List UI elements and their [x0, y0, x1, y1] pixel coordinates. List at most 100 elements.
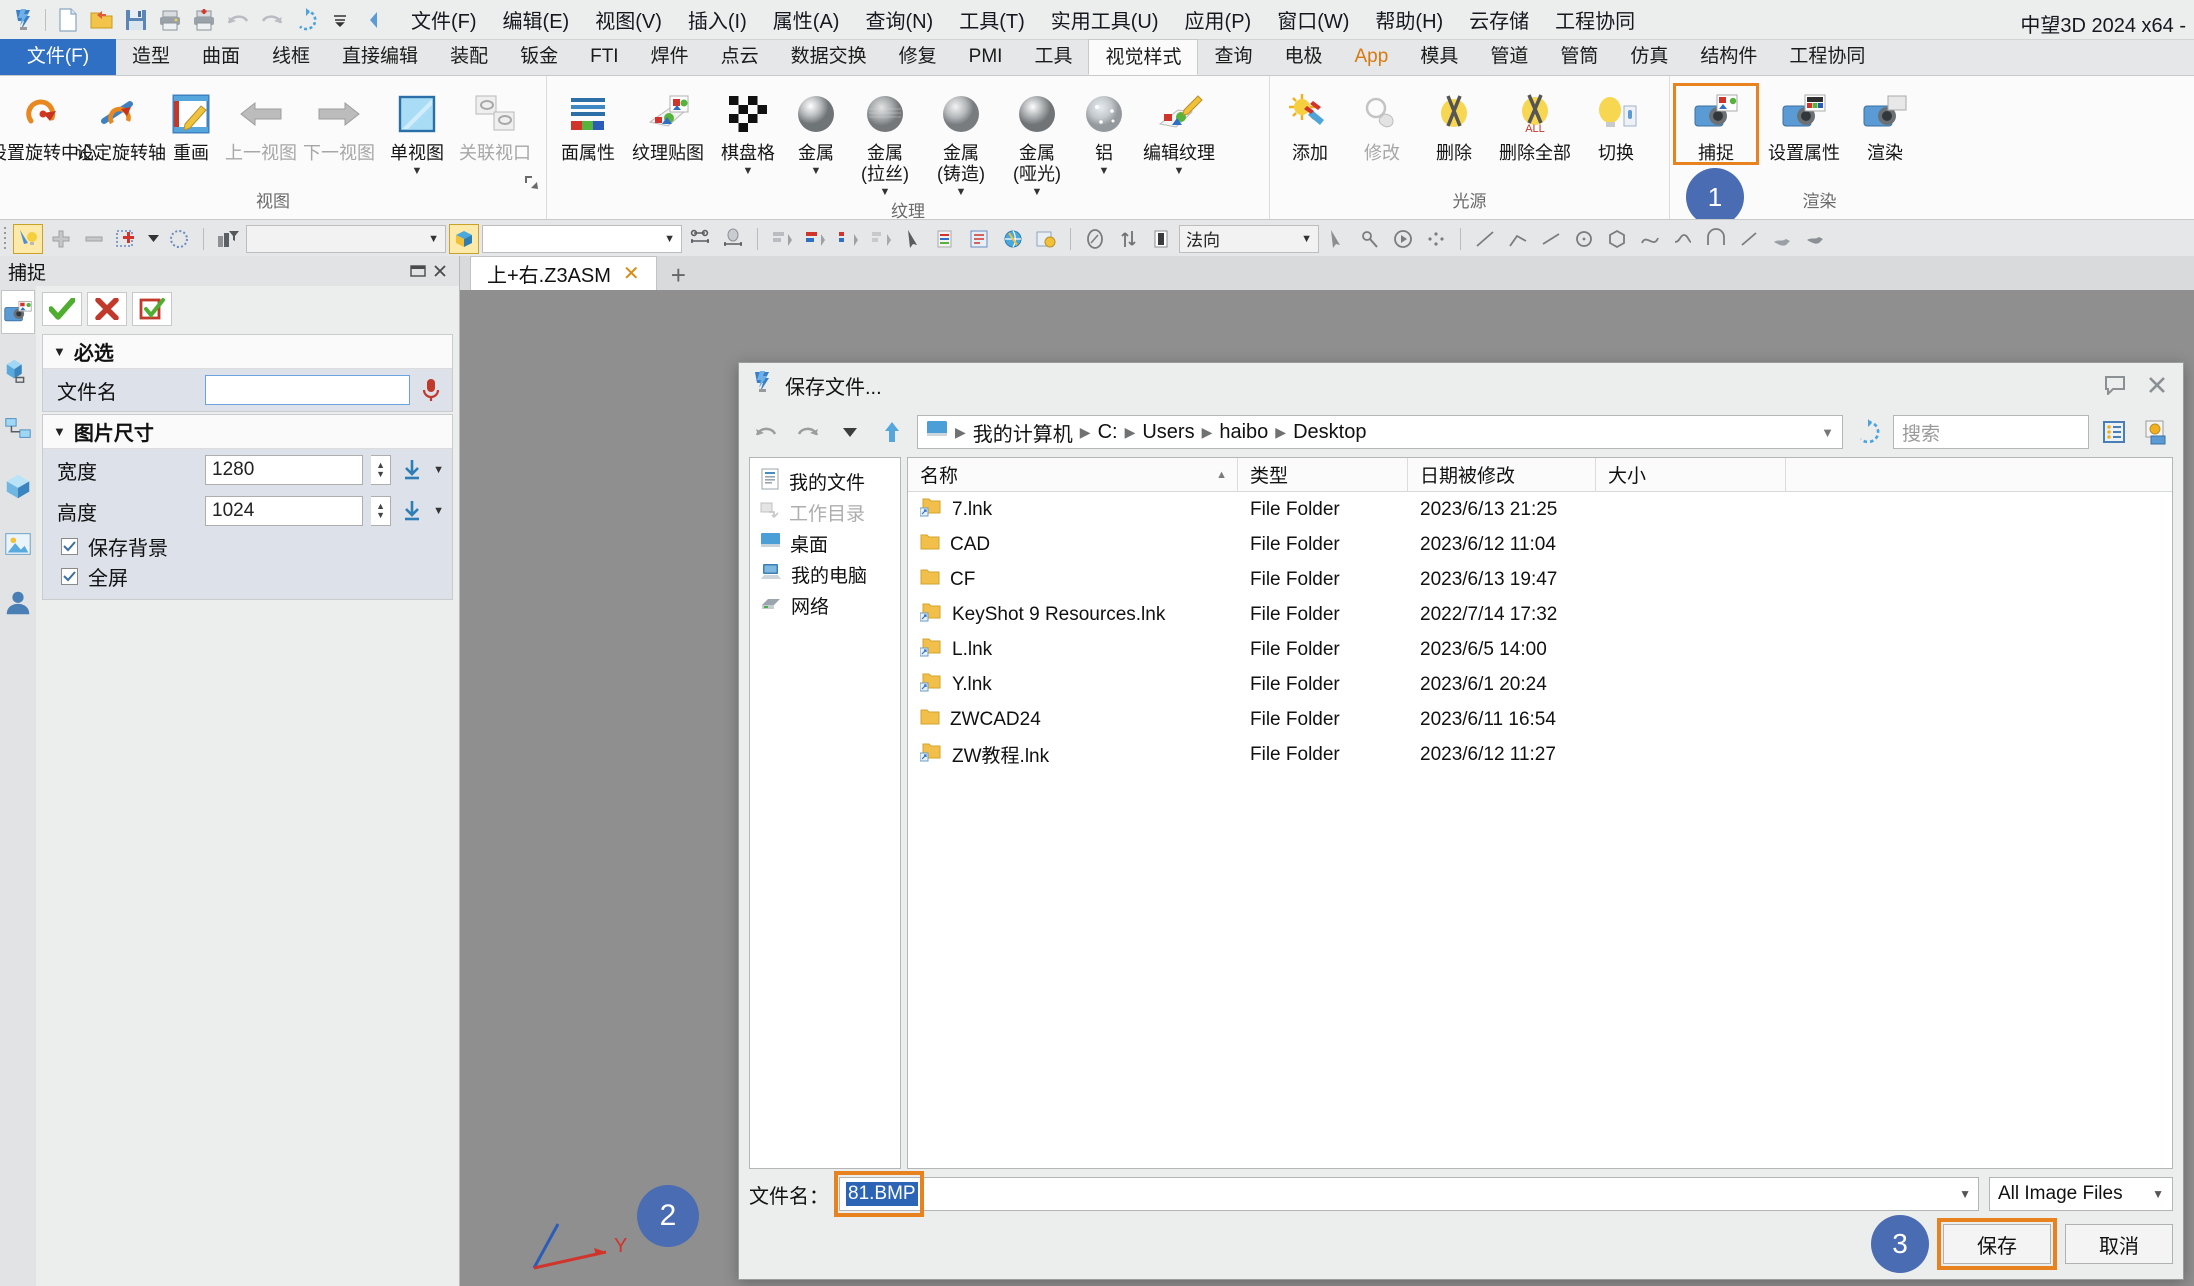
play-icon[interactable]	[1388, 224, 1418, 254]
ribbon-button-next-view[interactable]: 下一视图	[300, 84, 378, 164]
print-preview-icon[interactable]	[187, 3, 221, 37]
ribbon-tab-repair[interactable]: 修复	[883, 39, 953, 75]
new-file-icon[interactable]	[51, 3, 85, 37]
measure-distance-icon[interactable]	[685, 224, 715, 254]
ribbon-tab-inquire[interactable]: 查询	[1198, 39, 1268, 75]
ribbon-tab-visual-style[interactable]: 视觉样式	[1088, 39, 1199, 75]
refresh-icon[interactable]	[1851, 416, 1885, 448]
ribbon-button-linked-viewport[interactable]: 关联视口	[456, 84, 534, 164]
forward-icon[interactable]	[791, 416, 825, 448]
breadcrumb[interactable]: ▶ 我的计算机 ▶ C: ▶ Users ▶ haibo ▶ Desktop ▼	[917, 415, 1843, 449]
ribbon-button-metal-cast[interactable]: 金属 (铸造) ▼	[923, 84, 999, 198]
detail-view-icon[interactable]	[2139, 416, 2173, 448]
place-network[interactable]: 网络	[750, 590, 900, 621]
ribbon-tab-direct-edit[interactable]: 直接编辑	[326, 39, 434, 75]
menu-window[interactable]: 窗口(W)	[1275, 2, 1351, 37]
breadcrumb-item-drive[interactable]: C:	[1098, 421, 1118, 444]
column-header-name[interactable]: 名称 ▲	[908, 458, 1238, 491]
curve-icon[interactable]	[1668, 224, 1698, 254]
polyline-icon[interactable]	[1503, 224, 1533, 254]
table-row[interactable]: L.lnk File Folder 2023/6/5 14:00	[908, 632, 2172, 667]
shade-mode-icon[interactable]	[1146, 224, 1176, 254]
new-tab-button[interactable]: +	[657, 260, 700, 290]
panel-tab-user-icon[interactable]	[1, 580, 35, 624]
checkbox-save-background[interactable]: 保存背景	[43, 531, 452, 561]
chevron-down-icon[interactable]: ▼	[433, 464, 444, 476]
chevron-down-icon[interactable]: ▼	[412, 166, 423, 177]
menu-engineering-collaboration[interactable]: 工程协同	[1553, 2, 1637, 37]
spline-icon[interactable]	[1635, 224, 1665, 254]
undo-icon[interactable]	[221, 3, 255, 37]
up-folder-icon[interactable]	[875, 416, 909, 448]
save-button[interactable]: 保存	[1937, 1218, 2057, 1270]
ribbon-button-add-light[interactable]: 添加	[1274, 84, 1346, 164]
chevron-down-icon[interactable]: ▼	[880, 187, 891, 198]
direction-combo[interactable]: 法向 ▼	[1179, 224, 1319, 253]
remove-minus-icon[interactable]	[79, 224, 109, 254]
menu-file[interactable]: 文件(F)	[409, 2, 479, 37]
table-row[interactable]: KeyShot 9 Resources.lnk File Folder 2022/7…	[908, 597, 2172, 632]
ribbon-button-metal-brushed[interactable]: 金属 (拉丝) ▼	[847, 84, 923, 198]
ribbon-button-render[interactable]: 渲染	[1850, 84, 1920, 164]
ribbon-tab-weldment[interactable]: 焊件	[635, 39, 705, 75]
ribbon-button-metal[interactable]: 金属 ▼	[785, 84, 847, 177]
recent-dropdown-icon[interactable]	[833, 416, 867, 448]
panel-tab-history-icon[interactable]	[1, 406, 35, 450]
ribbon-tab-surface[interactable]: 曲面	[186, 39, 256, 75]
ribbon-tab-tools[interactable]: 工具	[1018, 39, 1088, 75]
menu-utilities[interactable]: 实用工具(U)	[1049, 2, 1161, 37]
ok-check-button[interactable]	[42, 292, 82, 326]
ribbon-button-metal-matte[interactable]: 金属 (哑光) ▼	[999, 84, 1075, 198]
ribbon-tab-collaboration[interactable]: 工程协同	[1773, 39, 1881, 75]
width-preset-icon[interactable]	[399, 455, 425, 485]
align-left-icon[interactable]	[767, 224, 797, 254]
table-row[interactable]: CAD File Folder 2023/6/12 11:04	[908, 527, 2172, 562]
ribbon-tab-pipeline[interactable]: 管道	[1474, 39, 1544, 75]
breadcrumb-item-computer[interactable]: 我的计算机	[973, 418, 1073, 447]
breadcrumb-item-users[interactable]: Users	[1142, 421, 1194, 444]
chevron-down-icon[interactable]	[145, 224, 161, 254]
toolbar-combo-1[interactable]: ▼	[246, 224, 446, 253]
menu-help[interactable]: 帮助(H)	[1373, 2, 1445, 37]
breadcrumb-item-user[interactable]: haibo	[1219, 421, 1268, 444]
view-orientation-icon[interactable]	[1080, 224, 1110, 254]
column-header-type[interactable]: 类型	[1238, 458, 1408, 491]
ribbon-button-redraw[interactable]: 重画	[160, 84, 222, 164]
align-color-icon[interactable]	[800, 224, 830, 254]
ribbon-button-single-view[interactable]: 单视图 ▼	[378, 84, 456, 177]
ribbon-tab-app[interactable]: App	[1339, 39, 1405, 75]
table-row[interactable]: CF File Folder 2023/6/13 19:47	[908, 562, 2172, 597]
toolbar-combo-2[interactable]: ▼	[482, 224, 682, 253]
pin-icon[interactable]	[1355, 224, 1385, 254]
circle-dotted-icon[interactable]	[164, 224, 194, 254]
dialog-launcher-icon[interactable]	[523, 174, 540, 195]
line-2-icon[interactable]	[1536, 224, 1566, 254]
ribbon-tab-tubing[interactable]: 管筒	[1544, 39, 1614, 75]
filename-input[interactable]	[205, 375, 410, 405]
chevron-down-icon[interactable]: ▼	[1959, 1187, 1971, 1201]
measure-angle-icon[interactable]	[718, 224, 748, 254]
ribbon-tab-fti[interactable]: FTI	[574, 39, 635, 75]
chevron-down-icon[interactable]: ▼	[956, 187, 967, 198]
ribbon-button-set-rotation-axis[interactable]: 设定旋转轴	[76, 84, 166, 164]
filename-input[interactable]: 81.BMP ▼	[839, 1177, 1979, 1211]
ribbon-button-modify-light[interactable]: 修改	[1346, 84, 1418, 164]
redo-icon[interactable]	[255, 3, 289, 37]
search-input[interactable]: 搜索	[1893, 415, 2089, 449]
ribbon-tab-structural[interactable]: 结构件	[1684, 39, 1773, 75]
ribbon-tab-assembly[interactable]: 装配	[434, 39, 504, 75]
height-spinner[interactable]: ▲ ▼	[371, 496, 392, 526]
ribbon-button-set-rotation-center[interactable]: 设置旋转中心	[0, 84, 97, 164]
close-icon[interactable]: ✕	[623, 261, 640, 286]
open-folder-icon[interactable]	[85, 3, 119, 37]
chevron-down-icon[interactable]: ▼	[1099, 166, 1110, 177]
chevron-down-icon[interactable]: ▼	[811, 166, 822, 177]
ribbon-button-delete-light[interactable]: 删除	[1418, 84, 1490, 164]
width-input[interactable]: 1280	[205, 455, 364, 485]
qa-collapse-icon[interactable]	[357, 3, 391, 37]
ribbon-tab-simulation[interactable]: 仿真	[1614, 39, 1684, 75]
checkbox-fullscreen[interactable]: 全屏	[43, 561, 452, 591]
place-my-computer[interactable]: 我的电脑	[750, 559, 900, 590]
dialog-help-icon[interactable]	[2099, 372, 2131, 398]
ribbon-tab-file[interactable]: 文件(F)	[0, 39, 116, 75]
